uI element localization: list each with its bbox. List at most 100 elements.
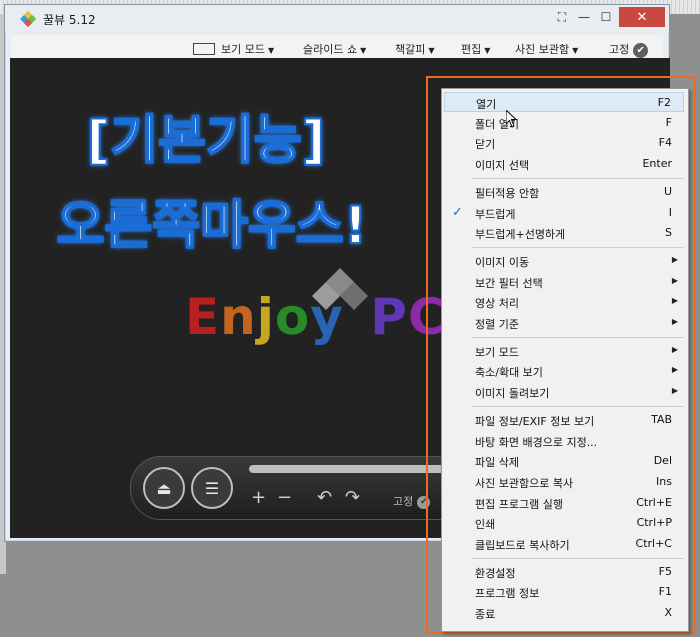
menu-separator <box>472 405 684 407</box>
menu-item-label: 클립보드로 복사하기 <box>475 539 570 552</box>
slideshow-menu[interactable]: 슬라이드 쇼 ▼ <box>303 41 366 57</box>
menu-item[interactable]: 파일 정보/EXIF 정보 보기 TAB <box>444 410 684 430</box>
menu-item-shortcut: Enter <box>642 157 672 171</box>
menu-item[interactable]: 필터적용 안함 U <box>444 182 684 202</box>
logo-letter: n <box>220 288 257 346</box>
menu-item[interactable]: 사진 보관함으로 복사 Ins <box>444 472 684 492</box>
menu-item[interactable]: 보기 모드 ▶ <box>444 341 684 361</box>
menu-item[interactable]: 열기 F2 <box>444 92 684 112</box>
menu-item-shortcut: F2 <box>657 96 671 109</box>
headline-right-click: 오른쪽마우스! <box>56 195 369 257</box>
menu-item-label: 필터적용 안함 <box>475 186 540 200</box>
menu-item[interactable]: 이미지 이동 ▶ <box>444 251 684 271</box>
menu-item[interactable]: 환경설정 F5 <box>444 562 684 582</box>
rotate-right-icon[interactable]: ↷ <box>345 487 360 508</box>
control-fix-toggle[interactable]: 고정 ✔ <box>393 493 431 509</box>
mouse-cursor-icon <box>506 110 518 128</box>
bookmark-menu[interactable]: 책갈피 ▼ <box>395 41 435 57</box>
menu-item-label: 열기 <box>476 98 497 111</box>
menu-item[interactable]: 편집 프로그램 실행 Ctrl+E <box>444 493 684 513</box>
menu-item[interactable]: 바탕 화면 배경으로 지정... <box>444 431 684 451</box>
honeyview-app-icon <box>20 11 36 27</box>
submenu-arrow-icon: ▶ <box>671 365 678 375</box>
menu-item[interactable]: 이미지 선택 Enter <box>444 154 684 174</box>
menu-item-label: 정렬 기준 <box>475 318 519 331</box>
menu-item-label: 편집 프로그램 실행 <box>475 497 563 511</box>
eject-icon: ⏏ <box>156 478 172 498</box>
menu-item[interactable]: 영상 처리 ▶ <box>444 292 684 312</box>
menu-item-shortcut: S <box>665 226 672 240</box>
menu-item[interactable]: 파일 삭제 Del <box>444 451 684 471</box>
menu-item-label: 부드럽게 <box>475 207 516 221</box>
submenu-arrow-icon: ▶ <box>671 344 678 354</box>
menu-separator <box>472 177 684 179</box>
menu-item-shortcut: I <box>668 205 672 219</box>
zoom-out-icon[interactable]: − <box>277 487 292 508</box>
maximize-button[interactable]: ☐ <box>593 7 619 27</box>
menu-item-shortcut: Ctrl+E <box>636 495 672 509</box>
menu-item[interactable]: 클립보드로 복사하기 Ctrl+C <box>444 534 684 554</box>
rotate-left-icon[interactable]: ↶ <box>317 487 332 508</box>
menu-item[interactable]: 보간 필터 선택 ▶ <box>444 272 684 292</box>
menu-item-label: 사진 보관함으로 복사 <box>475 476 574 490</box>
menu-item[interactable]: 정렬 기준 ▶ <box>444 313 684 333</box>
menu-separator <box>472 336 684 338</box>
submenu-arrow-icon: ▶ <box>671 386 678 396</box>
menu-item-label: 축소/확대 보기 <box>475 366 543 380</box>
menu-item[interactable]: 프로그램 정보 F1 <box>444 582 684 602</box>
close-button[interactable]: ✕ <box>619 7 665 27</box>
menu-item[interactable]: 축소/확대 보기 ▶ <box>444 361 684 381</box>
menu-item[interactable]: 인쇄 Ctrl+P <box>444 513 684 533</box>
menu-item-label: 바탕 화면 배경으로 지정... <box>475 435 598 449</box>
menu-list-button[interactable]: ☰ <box>191 467 233 509</box>
menu-item[interactable]: ✓ 부드럽게 I <box>444 203 684 223</box>
logo-letter: y <box>310 288 344 346</box>
menu-item-shortcut: F1 <box>658 585 672 599</box>
menu-item-shortcut: F <box>665 115 672 129</box>
menu-item-shortcut: Ctrl+C <box>635 537 672 550</box>
menu-item-label: 닫기 <box>475 138 496 152</box>
menu-item-shortcut: F5 <box>658 564 672 578</box>
menu-item-label: 보기 모드 <box>475 345 519 359</box>
menu-item-label: 종료 <box>475 608 496 622</box>
menu-item-shortcut: TAB <box>651 412 672 426</box>
photo-library-menu[interactable]: 사진 보관함 ▼ <box>515 41 578 57</box>
menu-lines-icon: ☰ <box>204 478 220 498</box>
menu-item-label: 부드럽게+선명하게 <box>475 228 566 242</box>
menu-separator <box>472 557 684 559</box>
menu-item[interactable]: 폴더 열기 F <box>444 113 684 133</box>
headline-basic-function: [기본기능] <box>86 110 327 172</box>
logo-letter: E <box>185 288 221 346</box>
eject-open-button[interactable]: ⏏ <box>143 467 185 509</box>
menu-item-label: 이미지 이동 <box>475 255 530 269</box>
menu-item-shortcut: F4 <box>658 136 672 150</box>
menu-item-label: 보간 필터 선택 <box>475 276 543 290</box>
menu-item-shortcut: X <box>664 606 672 620</box>
menu-item[interactable]: 종료 X <box>444 603 684 623</box>
menu-item[interactable]: 이미지 돌려보기 ▶ <box>444 382 684 402</box>
checkmark-icon: ✓ <box>452 204 463 220</box>
menu-item-label: 프로그램 정보 <box>475 587 540 601</box>
chevron-down-icon: ▼ <box>572 46 579 55</box>
menu-item-label: 이미지 돌려보기 <box>475 387 550 401</box>
menu-item-label: 인쇄 <box>475 518 496 532</box>
logo-letter: j <box>256 288 275 346</box>
title-bar: 꿀뷰 5.12 ⛶ — ☐ ✕ <box>5 5 669 33</box>
window-title: 꿀뷰 5.12 <box>43 13 96 27</box>
submenu-arrow-icon: ▶ <box>671 275 678 285</box>
menu-item[interactable]: 부드럽게+선명하게 S <box>444 223 684 243</box>
menu-item-shortcut: Ins <box>656 474 672 488</box>
chevron-down-icon: ▼ <box>428 46 435 55</box>
chevron-down-icon: ▼ <box>360 46 367 55</box>
menu-separator <box>472 246 684 248</box>
menu-item[interactable]: 닫기 F4 <box>444 133 684 153</box>
view-mode-menu[interactable]: 보기 모드 ▼ <box>193 41 274 57</box>
fix-toggle[interactable]: 고정 ✔ <box>609 41 649 58</box>
logo-letter: o <box>274 288 311 346</box>
menu-item-shortcut: Ctrl+P <box>636 516 672 530</box>
menu-item-label: 환경설정 <box>475 566 516 580</box>
menu-item-shortcut: Del <box>653 454 672 468</box>
zoom-in-icon[interactable]: + <box>251 487 266 508</box>
edit-menu[interactable]: 편집 ▼ <box>461 41 490 57</box>
submenu-arrow-icon: ▶ <box>671 254 678 264</box>
